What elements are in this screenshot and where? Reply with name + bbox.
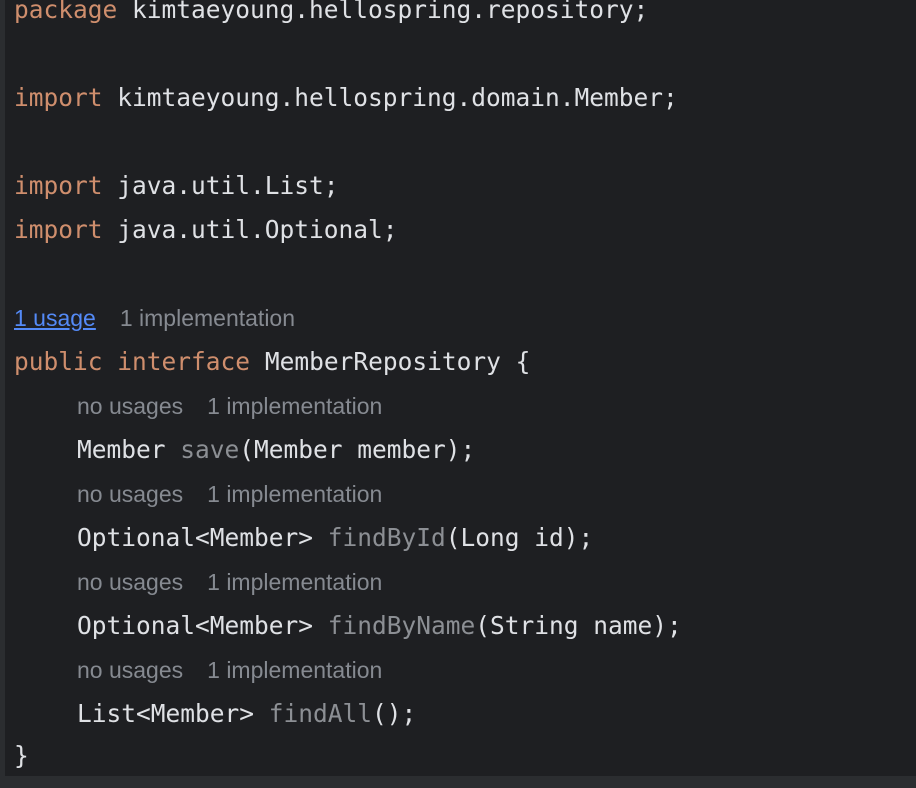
method-name: findAll [268,699,373,728]
import-member-path: kimtaeyoung.hellospring.domain.Member; [117,83,678,112]
return-type: Member [77,435,166,464]
method-inlay-hint: no usages 1 implementation [77,648,382,692]
import-keyword: import [14,215,103,244]
method-inlay-hint: no usages 1 implementation [77,472,382,516]
import-list-line: import java.util.List; [14,164,339,208]
import-member-line: import kimtaeyoung.hellospring.domain.Me… [14,76,678,120]
return-type: List<Member> [77,699,255,728]
editor-bottom-edge [0,776,916,788]
method-inlay-hint: no usages 1 implementation [77,560,382,604]
editor-gutter [0,0,5,788]
usages-link[interactable]: 1 usage [14,305,96,331]
interface-declaration: public interface MemberRepository { [14,340,530,384]
usages-hint[interactable]: no usages [77,657,183,683]
implementations-hint[interactable]: 1 implementation [207,393,382,419]
interface-keyword: interface [117,347,251,376]
method-params: (Member member); [239,435,476,464]
interface-inlay-hint: 1 usage 1 implementation [14,296,295,340]
closing-brace: } [14,741,29,770]
import-list-path: java.util.List; [117,171,339,200]
package-declaration: package kimtaeyoung.hellospring.reposito… [14,0,648,32]
usages-hint[interactable]: no usages [77,393,183,419]
import-optional-path: java.util.Optional; [117,215,398,244]
package-keyword: package [14,0,118,24]
method-params: (String name); [475,611,682,640]
method-find-all: List<Member> findAll(); [77,692,416,736]
import-optional-line: import java.util.Optional; [14,208,398,252]
method-params: (); [372,699,417,728]
implementations-hint[interactable]: 1 implementation [120,305,295,331]
method-save: Member save(Member member); [77,428,475,472]
usages-hint[interactable]: no usages [77,569,183,595]
implementations-hint[interactable]: 1 implementation [207,481,382,507]
interface-name: MemberRepository { [264,347,531,376]
package-name: kimtaeyoung.hellospring.repository; [132,0,649,24]
code-editor[interactable]: package kimtaeyoung.hellospring.reposito… [0,0,916,788]
method-params: (Long id); [445,523,594,552]
method-name: findByName [327,611,476,640]
import-keyword: import [14,171,103,200]
import-keyword: import [14,83,103,112]
return-type: Optional<Member> [77,611,314,640]
usages-hint[interactable]: no usages [77,481,183,507]
method-inlay-hint: no usages 1 implementation [77,384,382,428]
method-find-by-name: Optional<Member> findByName(String name)… [77,604,682,648]
return-type: Optional<Member> [77,523,314,552]
public-keyword: public [14,347,103,376]
method-find-by-id: Optional<Member> findById(Long id); [77,516,593,560]
method-name: save [180,435,240,464]
implementations-hint[interactable]: 1 implementation [207,657,382,683]
method-name: findById [327,523,446,552]
implementations-hint[interactable]: 1 implementation [207,569,382,595]
